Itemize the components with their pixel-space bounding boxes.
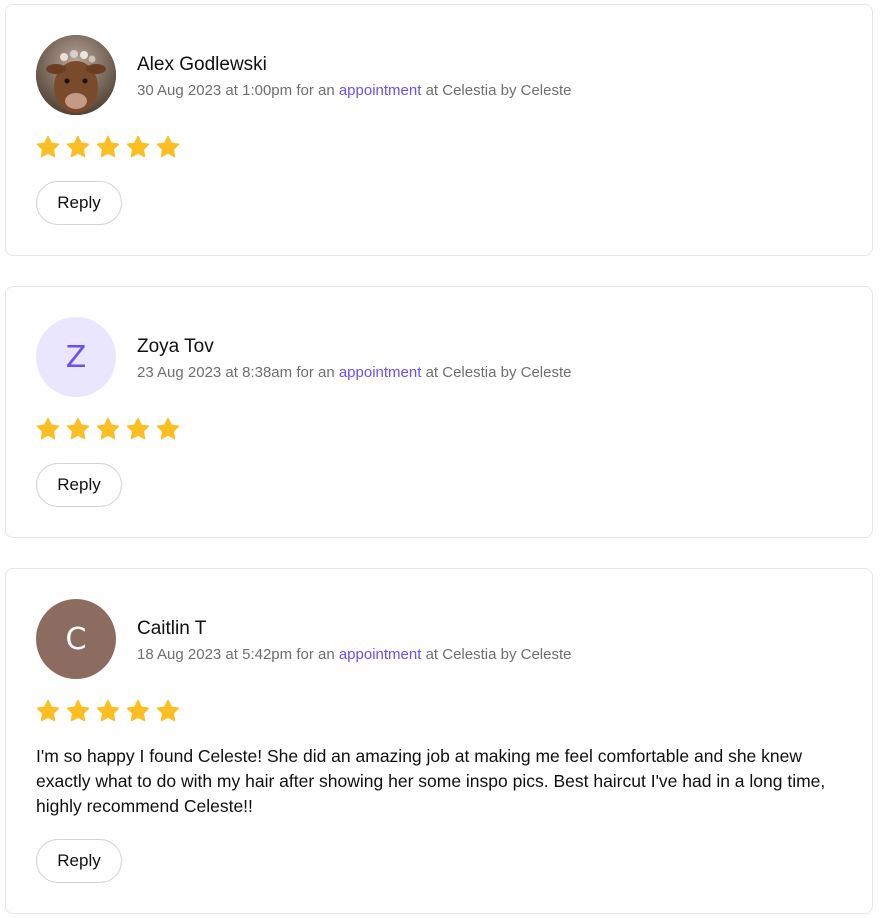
review-text: I'm so happy I found Celeste! She did an… [36, 746, 826, 816]
review-card: Z Zoya Tov 23 Aug 2023 at 8:38am for an … [5, 286, 873, 538]
star-icon [156, 135, 180, 158]
star-icon [36, 417, 60, 440]
appointment-link[interactable]: appointment [339, 646, 422, 663]
meta-prefix: for an [296, 646, 335, 663]
reviewer-name: Alex Godlewski [137, 54, 267, 75]
reviewer-name: Caitlin T [137, 618, 207, 639]
star-icon [126, 699, 150, 722]
review-meta: 30 Aug 2023 at 1:00pm for an appointment… [137, 82, 571, 99]
avatar[interactable] [36, 35, 116, 115]
meta-prefix: for an [296, 82, 335, 99]
star-rating [36, 135, 180, 159]
review-date: 23 Aug 2023 at 8:38am [137, 364, 293, 381]
star-rating [36, 699, 180, 723]
avatar-initial: Z [65, 339, 87, 375]
appointment-link[interactable]: appointment [339, 82, 422, 99]
review-meta: 18 Aug 2023 at 5:42pm for an appointment… [137, 646, 571, 663]
star-icon [66, 699, 90, 722]
reply-button[interactable]: Reply [36, 181, 122, 225]
review-date: 30 Aug 2023 at 1:00pm [137, 82, 293, 99]
review-card: C Caitlin T 18 Aug 2023 at 5:42pm for an… [5, 568, 873, 914]
review-meta: 23 Aug 2023 at 8:38am for an appointment… [137, 364, 571, 381]
reviewer-name: Zoya Tov [137, 336, 214, 357]
reply-button[interactable]: Reply [36, 839, 122, 883]
meta-prefix: for an [296, 364, 335, 381]
star-icon [156, 417, 180, 440]
review-date: 18 Aug 2023 at 5:42pm [137, 646, 293, 663]
star-icon [36, 135, 60, 158]
star-icon [96, 699, 120, 722]
reply-button[interactable]: Reply [36, 463, 122, 507]
star-icon [96, 417, 120, 440]
appointment-link[interactable]: appointment [339, 364, 422, 381]
avatar[interactable]: Z [36, 317, 116, 397]
meta-suffix: at Celestia by Celeste [425, 364, 572, 381]
avatar[interactable]: C [36, 599, 116, 679]
star-icon [156, 699, 180, 722]
avatar-initial: C [65, 621, 87, 657]
star-rating [36, 417, 180, 441]
meta-suffix: at Celestia by Celeste [425, 82, 572, 99]
star-icon [96, 135, 120, 158]
review-card: Alex Godlewski 30 Aug 2023 at 1:00pm for… [5, 4, 873, 256]
meta-suffix: at Celestia by Celeste [425, 646, 572, 663]
star-icon [66, 135, 90, 158]
avatar-photo [36, 35, 116, 115]
star-icon [66, 417, 90, 440]
star-icon [126, 417, 150, 440]
star-icon [36, 699, 60, 722]
star-icon [126, 135, 150, 158]
